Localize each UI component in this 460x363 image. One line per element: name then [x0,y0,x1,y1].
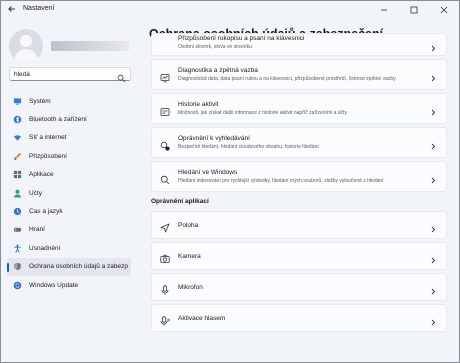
monitor-icon [13,97,22,106]
sidebar-item-label: Účty [29,189,42,197]
search-icon[interactable] [117,70,126,83]
card-subtitle: Hledání indexování pro rychlejší výsledk… [178,178,384,184]
chevron-right-icon [429,40,437,52]
sidebar-item-label: Síť a internet [29,134,67,142]
chevron-right-icon [429,314,437,326]
card-title: Hledání ve Windows [178,169,238,176]
sidebar-item-label: Systém [29,97,51,105]
chevron-right-icon [429,138,437,150]
apps-icon [13,170,22,179]
sidebar-item-privacy-security[interactable]: Ochrana osobních údajů a zabezp [7,257,131,276]
shield-icon [13,262,22,271]
user-profile[interactable] [7,27,137,67]
sidebar-item-label: Přizpůsobení [29,152,67,160]
setting-card-camera[interactable]: Kamera [151,242,447,270]
back-arrow-icon[interactable] [7,4,19,16]
card-title: Mikrofon [178,283,203,291]
microphone-icon [160,282,170,295]
sidebar-nav: Systém Bluetooth a zařízení Síť a intern… [7,92,131,294]
sidebar-item-label: Čas a jazyk [29,208,63,216]
update-icon [13,281,22,290]
sidebar-item-system[interactable]: Systém [7,92,131,110]
card-title: Kamera [178,252,201,260]
sidebar-item-bluetooth[interactable]: Bluetooth a zařízení [7,110,131,128]
sidebar-item-accounts[interactable]: Účty [7,184,131,202]
search-icon [160,172,170,184]
sidebar-item-apps[interactable]: Aplikace [7,166,131,184]
search-shield-icon [160,138,170,151]
settings-list: Přizpůsobení rukopisu a psaní na klávesn… [151,33,447,335]
chevron-right-icon [429,221,437,233]
history-icon [160,104,170,116]
card-subtitle: Možnosti, jak získat další informace z h… [178,110,347,116]
chevron-right-icon [429,172,437,184]
sidebar-item-network[interactable]: Síť a internet [7,129,131,147]
card-title: Aktivace hlasem [178,314,226,322]
gamepad-icon [13,225,22,234]
search-input[interactable] [14,68,118,80]
sidebar-item-label: Aplikace [29,171,54,179]
accessibility-icon [13,244,22,253]
sidebar-item-label: Usnadnění [29,244,61,252]
card-title: Diagnostika a zpětná vazba [178,67,258,74]
window-controls [369,1,459,19]
setting-card-activity-history[interactable]: Historie aktivit Možnosti, jak získat da… [151,93,447,124]
setting-card-search-permissions[interactable]: Oprávnění k vyhledávání Bezpečné hledání… [151,127,447,158]
sidebar-item-label: Hraní [29,226,45,234]
setting-card-windows-search[interactable]: Hledání ve Windows Hledání indexování pr… [151,161,447,192]
setting-card-microphone[interactable]: Mikrofon [151,273,447,301]
card-title: Oprávnění k vyhledávání [178,135,250,142]
sidebar-item-label: Bluetooth a zařízení [29,116,87,124]
close-icon[interactable] [429,1,459,19]
globe-clock-icon [13,207,22,216]
sidebar: Systém Bluetooth a zařízení Síť a intern… [1,19,139,362]
avatar [9,29,43,63]
sidebar-item-gaming[interactable]: Hraní [7,221,131,239]
wifi-icon [13,133,22,142]
card-subtitle: Diagnostická data, data psaní rukou a na… [178,76,396,82]
bluetooth-icon [13,115,22,124]
camera-icon [160,251,170,263]
sidebar-item-accessibility[interactable]: Usnadnění [7,239,131,257]
pen-icon [160,40,170,50]
sidebar-item-label: Ochrana osobních údajů a zabezp [29,263,129,271]
card-subtitle: Bezpečné hledání, hledání cloudového obs… [178,144,319,150]
main-content: Ochrana osobních údajů a zabezpečení Při… [141,19,459,362]
card-title: Poloha [178,221,199,229]
setting-card-voice-activation[interactable]: Aktivace hlasem [151,304,447,332]
brush-icon [13,152,22,161]
card-subtitle: Osobní slovník, slova ve slovníku [178,44,252,50]
window-title: Nastavení [23,5,55,12]
voice-activation-icon [160,313,170,326]
profile-name-redacted [51,41,129,51]
setting-card-diagnostics[interactable]: Diagnostika a zpětná vazba Diagnostická … [151,59,447,90]
diagnostics-icon [160,70,170,82]
chevron-right-icon [429,104,437,116]
card-title: Přizpůsobení rukopisu a psaní na klávesn… [178,35,305,42]
card-title: Historie aktivit [178,101,219,108]
settings-window: Nastavení hledá Systém Bluetooth a zaříz… [0,0,460,363]
person-icon [13,189,22,198]
sidebar-item-label: Windows Update [29,281,79,289]
title-bar: Nastavení [1,1,459,19]
sidebar-item-windows-update[interactable]: Windows Update [7,276,131,294]
maximize-icon[interactable] [399,1,429,19]
sidebar-item-time-language[interactable]: Čas a jazyk [7,202,131,220]
setting-card-location[interactable]: Poloha [151,211,447,239]
section-title-app-permissions: Oprávnění aplikací [151,198,209,205]
chevron-right-icon [429,252,437,264]
location-icon [160,220,170,233]
minimize-icon[interactable] [369,1,399,19]
chevron-right-icon [429,283,437,295]
setting-card-handwriting[interactable]: Přizpůsobení rukopisu a psaní na klávesn… [151,33,447,56]
sidebar-item-personalization[interactable]: Přizpůsobení [7,147,131,165]
chevron-right-icon [429,70,437,82]
search-box[interactable] [9,67,131,83]
